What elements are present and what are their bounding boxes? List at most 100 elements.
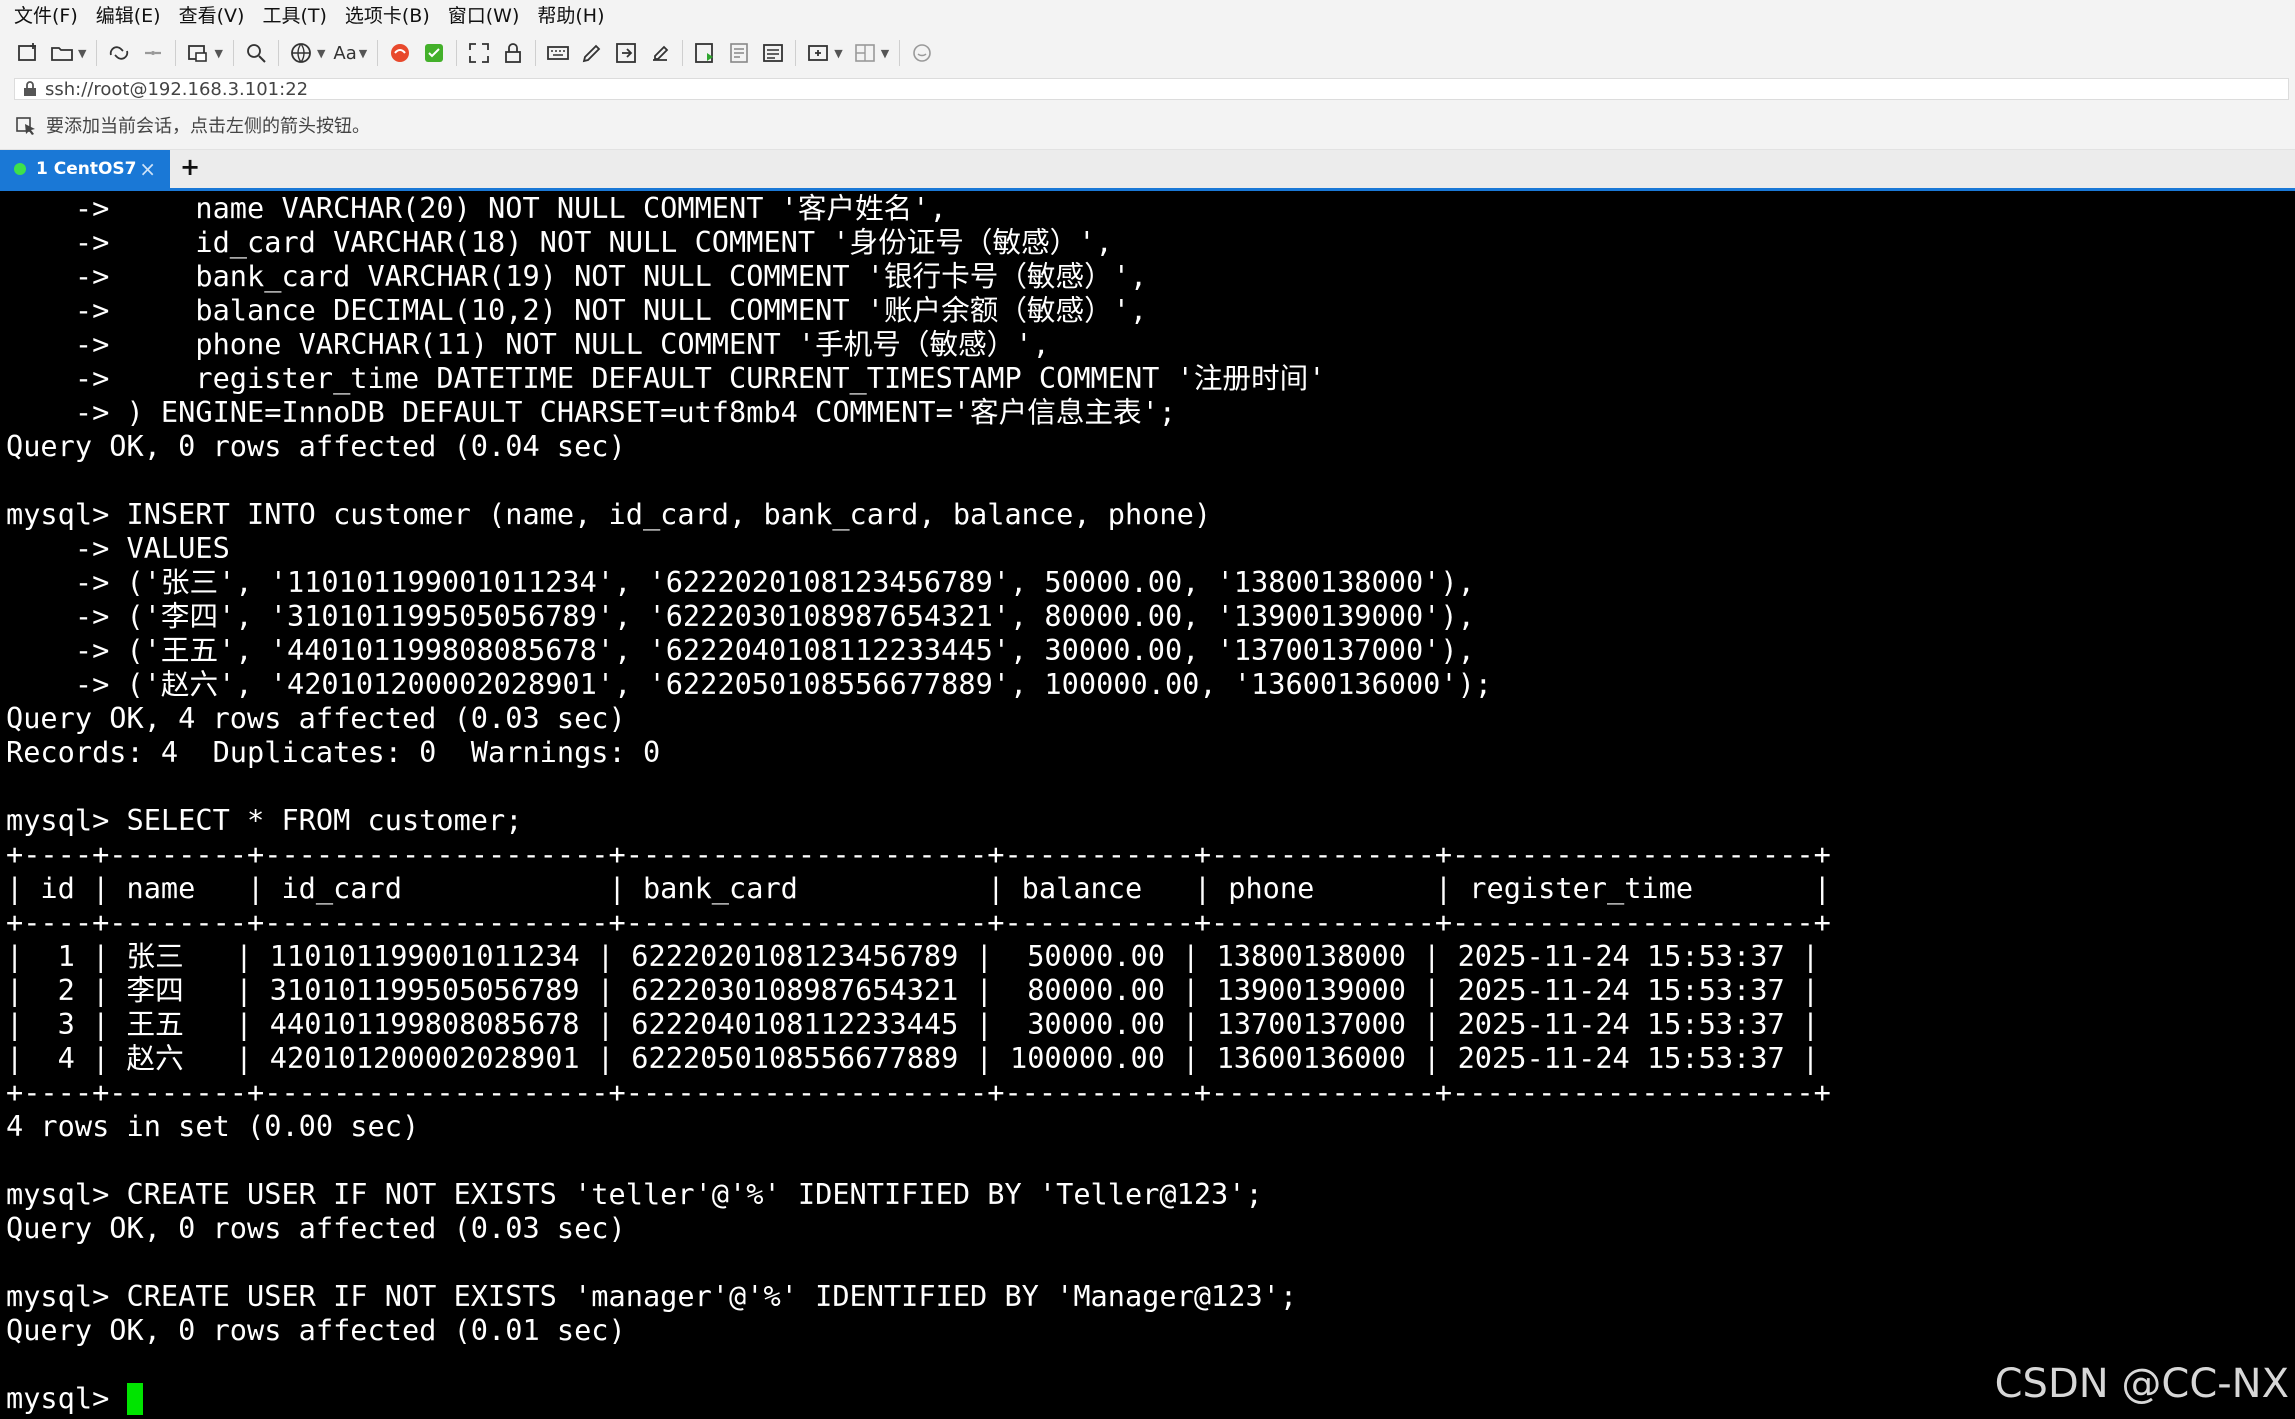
- terminal-prompt-line: mysql>: [6, 1381, 2295, 1415]
- layout-icon[interactable]: [851, 39, 879, 67]
- terminal-line: -> id_card VARCHAR(18) NOT NULL COMMENT …: [6, 225, 1113, 259]
- disconnect-icon[interactable]: [139, 39, 167, 67]
- terminal-line: +----+--------+--------------------+----…: [6, 905, 1831, 939]
- watermark: CSDN @CC-NX: [1994, 1361, 2289, 1407]
- terminal-line: +----+--------+--------------------+----…: [6, 837, 1831, 871]
- terminal-line: | 4 | 赵六 | 420101200002028901 | 62220501…: [6, 1041, 1820, 1075]
- run-icon[interactable]: [691, 39, 719, 67]
- tab-label: 1 CentOS7: [36, 159, 137, 179]
- address-text: ssh://root@192.168.3.101:22: [45, 78, 309, 100]
- toolbar-separator: [456, 40, 458, 66]
- lock-icon: [24, 81, 36, 96]
- toolbar-separator: [175, 40, 177, 66]
- address-bar: ssh://root@192.168.3.101:22: [0, 78, 2295, 100]
- menu-view[interactable]: 查看(V): [179, 1, 245, 28]
- new-session-icon[interactable]: [14, 39, 42, 67]
- session-hint-bar: 要添加当前会话，点击左侧的箭头按钮。: [0, 100, 2295, 150]
- fullscreen-icon[interactable]: [465, 39, 493, 67]
- reconnect-icon[interactable]: [105, 39, 133, 67]
- transfer-icon[interactable]: [612, 39, 640, 67]
- toolbar-separator: [682, 40, 684, 66]
- notes-icon[interactable]: [759, 39, 787, 67]
- edit-icon[interactable]: [646, 39, 674, 67]
- script-icon[interactable]: [578, 39, 606, 67]
- terminal-line: mysql> INSERT INTO customer (name, id_ca…: [6, 497, 1212, 531]
- menu-help[interactable]: 帮助(H): [537, 1, 604, 28]
- text-cursor: [126, 1383, 143, 1415]
- keyboard-icon[interactable]: [544, 39, 572, 67]
- terminal-line: Records: 4 Duplicates: 0 Warnings: 0: [6, 735, 661, 769]
- new-tab-icon[interactable]: [804, 39, 832, 67]
- green-logo-icon[interactable]: [420, 39, 448, 67]
- font-dropdown-icon[interactable]: ▼: [359, 47, 367, 60]
- terminal-line: mysql> CREATE USER IF NOT EXISTS 'manage…: [6, 1279, 1298, 1313]
- toolbar-separator: [96, 40, 98, 66]
- toolbar-separator: [377, 40, 379, 66]
- menu-tools[interactable]: 工具(T): [262, 1, 326, 28]
- terminal-line: -> name VARCHAR(20) NOT NULL COMMENT '客户…: [6, 191, 947, 225]
- new-tab-dropdown-icon[interactable]: ▼: [834, 47, 842, 60]
- terminal-line: -> ) ENGINE=InnoDB DEFAULT CHARSET=utf8m…: [6, 395, 1177, 429]
- red-logo-icon[interactable]: [386, 39, 414, 67]
- menu-edit[interactable]: 编辑(E): [96, 1, 161, 28]
- tab-bar: 1 CentOS7 × +: [0, 150, 2295, 191]
- open-folder-dropdown-icon[interactable]: ▼: [78, 47, 86, 60]
- layout-dropdown-icon[interactable]: ▼: [881, 47, 889, 60]
- terminal-line: Query OK, 0 rows affected (0.04 sec): [6, 429, 626, 463]
- find-icon[interactable]: [242, 39, 270, 67]
- terminal-line: -> ('张三', '110101199001011234', '6222020…: [6, 565, 1475, 599]
- terminal-line: -> register_time DATETIME DEFAULT CURREN…: [6, 361, 1326, 395]
- address-input[interactable]: ssh://root@192.168.3.101:22: [14, 78, 2289, 100]
- terminal-line: 4 rows in set (0.00 sec): [6, 1109, 420, 1143]
- new-window-icon[interactable]: [184, 39, 212, 67]
- tab-close-icon[interactable]: ×: [139, 157, 156, 181]
- globe-icon[interactable]: [287, 39, 315, 67]
- terminal-line: | 3 | 王五 | 440101199808085678 | 62220401…: [6, 1007, 1820, 1041]
- session-hint-text: 要添加当前会话，点击左侧的箭头按钮。: [46, 115, 370, 137]
- terminal-line: | 2 | 李四 | 310101199505056789 | 62220301…: [6, 973, 1820, 1007]
- terminal-line: -> ('王五', '440101199808085678', '6222040…: [6, 633, 1475, 667]
- terminal-line: -> ('赵六', '420101200002028901', '6222050…: [6, 667, 1493, 701]
- lock-icon[interactable]: [499, 39, 527, 67]
- globe-dropdown-icon[interactable]: ▼: [317, 47, 325, 60]
- toolbar-separator: [535, 40, 537, 66]
- add-session-arrow-icon[interactable]: [16, 115, 38, 135]
- terminal-line: Query OK, 4 rows affected (0.03 sec): [6, 701, 626, 735]
- new-tab-button[interactable]: +: [180, 153, 200, 181]
- connected-status-icon: [14, 163, 26, 175]
- terminal-line: -> phone VARCHAR(11) NOT NULL COMMENT '手…: [6, 327, 1050, 361]
- toolbar-separator: [899, 40, 901, 66]
- terminal-line: | 1 | 张三 | 110101199001011234 | 62220201…: [6, 939, 1820, 973]
- chat-icon[interactable]: [908, 39, 936, 67]
- terminal-line: -> VALUES: [6, 531, 230, 565]
- menu-file[interactable]: 文件(F): [14, 1, 78, 28]
- terminal-line: Query OK, 0 rows affected (0.03 sec): [6, 1211, 626, 1245]
- open-folder-icon[interactable]: [48, 39, 76, 67]
- new-window-dropdown-icon[interactable]: ▼: [214, 47, 222, 60]
- mysql-prompt: mysql>: [6, 1381, 127, 1415]
- terminal-line: mysql> CREATE USER IF NOT EXISTS 'teller…: [6, 1177, 1263, 1211]
- menu-tabs[interactable]: 选项卡(B): [345, 1, 430, 28]
- tab-centos7[interactable]: 1 CentOS7 ×: [0, 150, 170, 188]
- terminal-output[interactable]: -> name VARCHAR(20) NOT NULL COMMENT '客户…: [0, 191, 2295, 1419]
- terminal-line: Query OK, 0 rows affected (0.01 sec): [6, 1313, 626, 1347]
- terminal-line: | id | name | id_card | bank_card | bala…: [6, 871, 1831, 905]
- menu-window[interactable]: 窗口(W): [448, 1, 520, 28]
- menu-bar: 文件(F) 编辑(E) 查看(V) 工具(T) 选项卡(B) 窗口(W) 帮助(…: [0, 0, 2295, 28]
- terminal-line: mysql> SELECT * FROM customer;: [6, 803, 523, 837]
- toolbar-separator: [277, 40, 279, 66]
- terminal-lines: -> name VARCHAR(20) NOT NULL COMMENT '客户…: [0, 191, 2295, 1415]
- font-button-label: Aa: [333, 42, 357, 64]
- terminal-line: +----+--------+--------------------+----…: [6, 1075, 1831, 1109]
- terminal-line: -> balance DECIMAL(10,2) NOT NULL COMMEN…: [6, 293, 1148, 327]
- toolbar: ▼ ▼ ▼ Aa ▼ ▼ ▼: [0, 28, 2295, 78]
- terminal-line: -> ('李四', '310101199505056789', '6222030…: [6, 599, 1475, 633]
- toolbar-separator: [795, 40, 797, 66]
- log-icon[interactable]: [725, 39, 753, 67]
- font-icon[interactable]: Aa: [333, 39, 356, 67]
